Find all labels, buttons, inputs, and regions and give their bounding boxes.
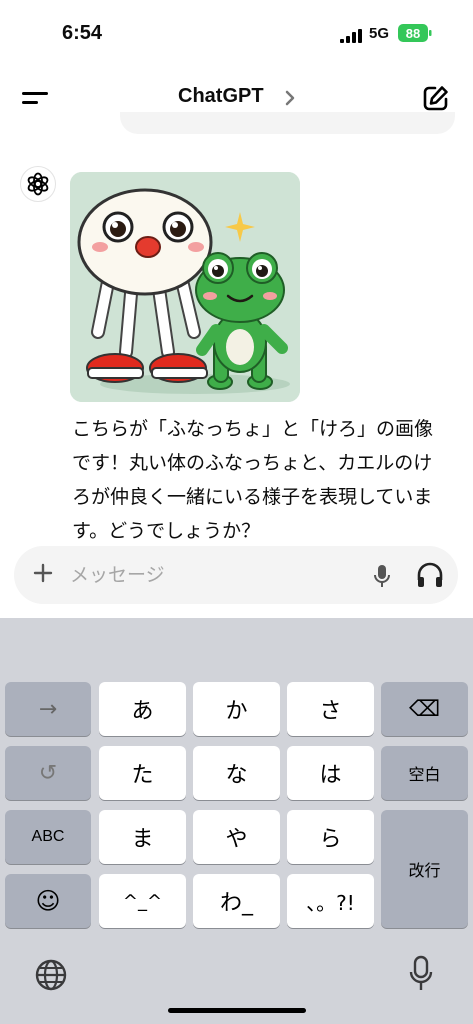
openai-logo-icon [27, 172, 49, 196]
home-indicator [168, 1008, 306, 1013]
key-space[interactable]: 空白 [381, 746, 468, 800]
key-na[interactable]: な [193, 746, 280, 800]
key-ha[interactable]: は [287, 746, 374, 800]
battery-icon: 88 [398, 24, 432, 42]
new-chat-icon[interactable] [422, 84, 450, 112]
page-title[interactable]: ChatGPT [178, 85, 264, 108]
status-time: 6:54 [62, 22, 103, 44]
assistant-avatar [20, 166, 56, 202]
chevron-right-icon[interactable] [284, 90, 296, 106]
key-abc[interactable]: ABC [5, 810, 91, 864]
battery-level: 88 [406, 26, 420, 41]
character-illustration [70, 172, 300, 402]
headphones-icon[interactable] [416, 562, 444, 588]
key-sa[interactable]: さ [287, 682, 374, 736]
key-delete[interactable]: ⌫ [381, 682, 468, 736]
dictation-mic-icon[interactable] [408, 955, 434, 993]
message-composer[interactable]: メッセージ [14, 546, 458, 604]
signal-icon [340, 29, 362, 43]
plus-icon[interactable] [32, 562, 54, 584]
key-undo[interactable]: ↺ [5, 746, 91, 800]
key-ka[interactable]: か [193, 682, 280, 736]
key-wa[interactable]: わ_ [193, 874, 280, 928]
network-label: 5G [369, 25, 390, 42]
generated-image[interactable] [70, 172, 300, 402]
menu-icon[interactable] [22, 87, 50, 109]
assistant-message-text: こちらが「ふなっちょ」と「けろ」の画像です！丸い体のふなっちょと、カエルのけろが… [72, 418, 434, 542]
previous-user-message [120, 112, 455, 134]
message-input-placeholder[interactable]: メッセージ [70, 560, 165, 587]
globe-icon[interactable] [34, 958, 68, 992]
key-emoji[interactable]: ☺ [5, 874, 91, 928]
key-ra[interactable]: ら [287, 810, 374, 864]
key-punctuation[interactable]: 、。?! [287, 874, 374, 928]
key-return[interactable]: 改行 [381, 810, 468, 928]
status-bar: 6:54 5G 88 [0, 0, 473, 60]
microphone-icon[interactable] [371, 564, 393, 588]
key-a[interactable]: あ [99, 682, 186, 736]
key-ma[interactable]: ま [99, 810, 186, 864]
key-next-arrow[interactable]: → [5, 682, 91, 736]
key-kaomoji[interactable]: ^_^ [99, 874, 186, 928]
key-ya[interactable]: や [193, 810, 280, 864]
key-ta[interactable]: た [99, 746, 186, 800]
